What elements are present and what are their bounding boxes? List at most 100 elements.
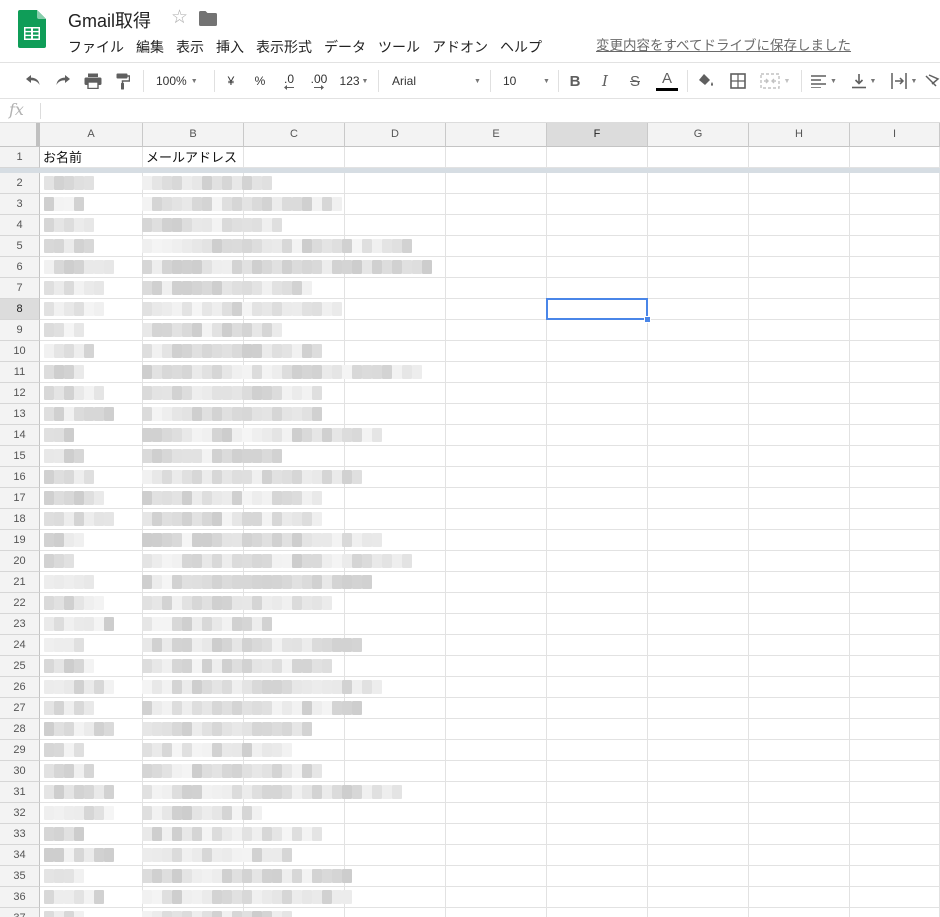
row-header[interactable]: 8: [0, 299, 40, 320]
row-header[interactable]: 2: [0, 173, 40, 194]
bold-button[interactable]: B: [564, 63, 586, 99]
row-header[interactable]: 27: [0, 698, 40, 719]
formula-input[interactable]: [44, 101, 924, 121]
row-header[interactable]: 28: [0, 719, 40, 740]
menu-item[interactable]: ファイル: [62, 36, 130, 58]
row-header[interactable]: 6: [0, 257, 40, 278]
menu-item[interactable]: アドオン: [426, 36, 494, 58]
menu-item[interactable]: 挿入: [210, 36, 250, 58]
row-header[interactable]: 21: [0, 572, 40, 593]
row-header[interactable]: 30: [0, 761, 40, 782]
row-header[interactable]: 37: [0, 908, 40, 917]
fill-color-button[interactable]: [694, 63, 718, 99]
horizontal-align-button[interactable]: ▼: [806, 63, 842, 99]
redacted-cell: [252, 428, 262, 442]
spreadsheet-grid[interactable]: A B C D E F G H I 1 2 3 4 5 6 7 8 9 10 11 12 13 14 15 16 17 18 19 20…: [0, 123, 940, 917]
menu-item[interactable]: 表示形式: [250, 36, 318, 58]
column-header-g[interactable]: G: [648, 123, 749, 147]
save-status-link[interactable]: 変更内容をすべてドライブに保存しました: [596, 36, 851, 56]
currency-format-button[interactable]: ¥: [220, 63, 242, 99]
menu-item[interactable]: ヘルプ: [494, 36, 548, 58]
column-header-i[interactable]: I: [850, 123, 940, 147]
borders-button[interactable]: [726, 63, 750, 99]
font-family-select[interactable]: Arial ▼: [386, 63, 486, 99]
row-header[interactable]: 14: [0, 425, 40, 446]
row-header[interactable]: 24: [0, 635, 40, 656]
row-header[interactable]: 3: [0, 194, 40, 215]
select-all-corner[interactable]: [0, 123, 40, 147]
header-cell-b[interactable]: メールアドレス: [143, 147, 244, 168]
row-header[interactable]: 29: [0, 740, 40, 761]
row-header[interactable]: 31: [0, 782, 40, 803]
column-header-f[interactable]: F: [547, 123, 648, 147]
paint-format-button[interactable]: [110, 63, 136, 99]
row-header[interactable]: 25: [0, 656, 40, 677]
row-header[interactable]: 33: [0, 824, 40, 845]
menu-item[interactable]: ツール: [372, 36, 426, 58]
print-button[interactable]: [80, 63, 106, 99]
row-header[interactable]: 18: [0, 509, 40, 530]
row-header[interactable]: 22: [0, 593, 40, 614]
text-wrap-button[interactable]: ▼: [886, 63, 922, 99]
row-header[interactable]: 1: [0, 147, 40, 168]
column-header-a[interactable]: A: [40, 123, 143, 147]
column-header-e[interactable]: E: [446, 123, 547, 147]
undo-button[interactable]: [20, 63, 46, 99]
row-header[interactable]: 5: [0, 236, 40, 257]
folder-icon[interactable]: [199, 11, 217, 26]
text-rotation-button[interactable]: [924, 63, 940, 99]
row-header[interactable]: 12: [0, 383, 40, 404]
redacted-cell: [202, 365, 212, 379]
row-header[interactable]: 7: [0, 278, 40, 299]
row-header[interactable]: 20: [0, 551, 40, 572]
caret-down-icon: ▼: [543, 77, 550, 85]
vertical-align-button[interactable]: ▼: [846, 63, 882, 99]
redo-button[interactable]: [50, 63, 76, 99]
column-header-d[interactable]: D: [345, 123, 446, 147]
row-header[interactable]: 16: [0, 467, 40, 488]
sheets-logo-icon[interactable]: [18, 10, 46, 48]
row-header[interactable]: 36: [0, 887, 40, 908]
merge-cells-button[interactable]: ▼: [756, 63, 794, 99]
menu-item[interactable]: 表示: [170, 36, 210, 58]
number-format-select[interactable]: 123 ▼: [336, 63, 372, 99]
row-header[interactable]: 17: [0, 488, 40, 509]
row-header[interactable]: 35: [0, 866, 40, 887]
strikethrough-button[interactable]: S: [624, 63, 646, 99]
redacted-cell: [64, 218, 74, 232]
row-header[interactable]: 4: [0, 215, 40, 236]
row-header[interactable]: 23: [0, 614, 40, 635]
row-header[interactable]: 10: [0, 341, 40, 362]
menu-item[interactable]: データ: [318, 36, 372, 58]
fill-handle[interactable]: [644, 316, 651, 323]
increase-decimal-button[interactable]: .00: [306, 63, 332, 99]
row-header[interactable]: 19: [0, 530, 40, 551]
percent-format-button[interactable]: %: [248, 63, 272, 99]
row-header[interactable]: 15: [0, 446, 40, 467]
redacted-cell: [312, 785, 322, 799]
redacted-cell: [104, 512, 114, 526]
document-title[interactable]: Gmail取得: [68, 7, 151, 33]
decrease-decimal-button[interactable]: .0: [278, 63, 300, 99]
column-header-c[interactable]: C: [244, 123, 345, 147]
font-size-select[interactable]: 10 ▼: [496, 63, 554, 99]
row-header[interactable]: 26: [0, 677, 40, 698]
redacted-cell: [64, 764, 74, 778]
row-header[interactable]: 34: [0, 845, 40, 866]
row-header[interactable]: 13: [0, 404, 40, 425]
row-header[interactable]: 32: [0, 803, 40, 824]
menu-item[interactable]: 編集: [130, 36, 170, 58]
fx-label: fx: [9, 100, 24, 119]
zoom-select[interactable]: 100% ▼: [150, 63, 208, 99]
selected-cell-f8[interactable]: [546, 298, 648, 320]
column-header-b[interactable]: B: [143, 123, 244, 147]
star-icon[interactable]: ☆: [171, 6, 188, 30]
row-header[interactable]: 9: [0, 320, 40, 341]
redacted-cell: [272, 596, 282, 610]
column-header-h[interactable]: H: [749, 123, 850, 147]
italic-button[interactable]: I: [594, 63, 616, 99]
text-color-button[interactable]: A: [654, 63, 680, 99]
header-cell-a[interactable]: お名前: [40, 147, 143, 168]
row-header[interactable]: 11: [0, 362, 40, 383]
frozen-row-divider[interactable]: [0, 168, 940, 173]
